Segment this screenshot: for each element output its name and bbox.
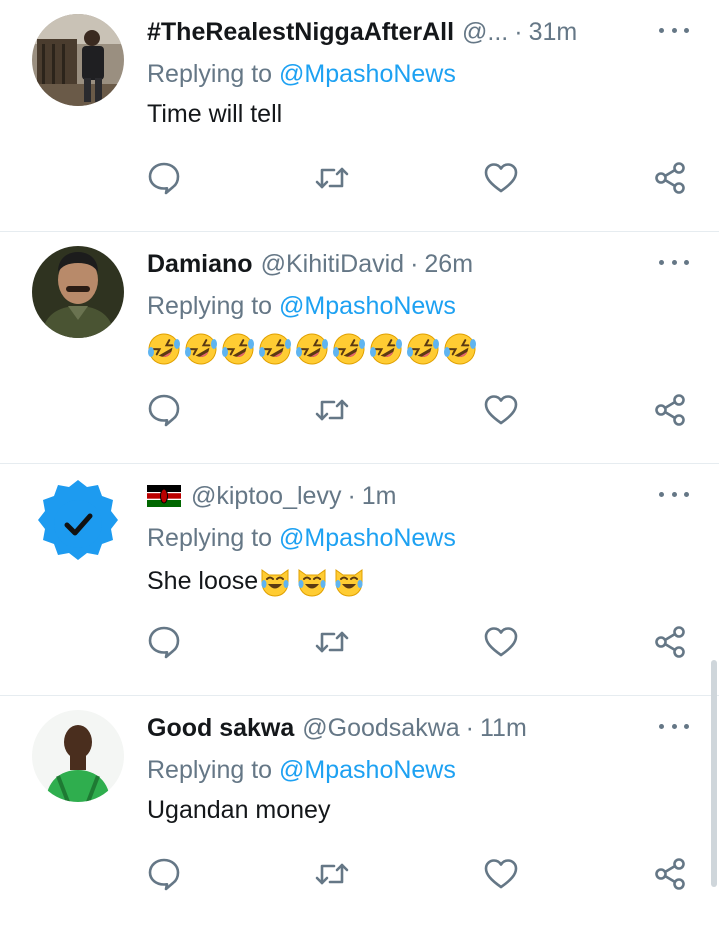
like-icon[interactable]	[483, 392, 519, 428]
retweet-icon[interactable]	[314, 392, 350, 428]
cat-tears-of-joy-emoji	[335, 569, 363, 597]
tweet-card[interactable]: @kiptoo_levy · 1m Replying to @MpashoNew…	[0, 464, 719, 696]
reply-icon[interactable]	[146, 160, 182, 196]
more-options-icon[interactable]	[659, 714, 689, 738]
timestamp[interactable]: 26m	[424, 250, 473, 279]
rolling-on-floor-laughing-emoji	[259, 333, 291, 365]
kenya-flag-icon	[147, 485, 181, 507]
tweet-header: Good sakwa @Goodsakwa · 11m	[147, 710, 659, 746]
avatar[interactable]	[32, 246, 124, 338]
more-options-icon[interactable]	[659, 250, 689, 274]
tweet-header: #TheRealestNiggaAfterAll @... · 31m	[147, 14, 659, 50]
rolling-on-floor-laughing-emoji	[222, 333, 254, 365]
mention-link[interactable]: @MpashoNews	[279, 60, 456, 88]
rolling-on-floor-laughing-emoji	[444, 333, 476, 365]
reply-icon[interactable]	[146, 624, 182, 660]
rolling-on-floor-laughing-emoji	[296, 333, 328, 365]
replying-to: Replying to @MpashoNews	[147, 756, 456, 785]
separator: ·	[347, 481, 356, 510]
timestamp[interactable]: 1m	[362, 482, 397, 511]
share-icon[interactable]	[652, 624, 688, 660]
cat-tears-of-joy-emoji	[298, 569, 326, 597]
tweet-text: Time will tell	[147, 100, 283, 128]
tweet-header: Damiano @KihitiDavid · 26m	[147, 246, 659, 282]
replying-to: Replying to @MpashoNews	[147, 524, 456, 553]
action-bar	[0, 150, 719, 210]
user-handle[interactable]: @KihitiDavid	[261, 250, 404, 279]
display-name[interactable]: Good sakwa	[147, 714, 294, 743]
mention-link[interactable]: @MpashoNews	[279, 524, 456, 552]
reply-icon[interactable]	[146, 392, 182, 428]
retweet-icon[interactable]	[314, 624, 350, 660]
mention-link[interactable]: @MpashoNews	[279, 292, 456, 320]
action-bar	[0, 614, 719, 674]
replying-prefix: Replying to	[147, 292, 280, 320]
share-icon[interactable]	[652, 392, 688, 428]
display-name[interactable]: #TheRealestNiggaAfterAll	[147, 18, 454, 47]
like-icon[interactable]	[483, 624, 519, 660]
user-handle[interactable]: @Goodsakwa	[302, 714, 459, 743]
cat-tears-of-joy-emoji	[261, 569, 289, 597]
mention-link[interactable]: @MpashoNews	[279, 756, 456, 784]
rolling-on-floor-laughing-emoji	[185, 333, 217, 365]
more-options-icon[interactable]	[659, 18, 689, 42]
man-green-shirt-avatar-icon	[32, 710, 124, 802]
tweet-header: @kiptoo_levy · 1m	[147, 478, 659, 514]
verified-checkmark-avatar-icon	[32, 478, 124, 570]
rolling-on-floor-laughing-emoji	[370, 333, 402, 365]
tweet-card[interactable]: Damiano @KihitiDavid · 26m Replying to @…	[0, 232, 719, 464]
separator: ·	[465, 713, 474, 742]
retweet-icon[interactable]	[314, 160, 350, 196]
person-photo-avatar-icon	[32, 14, 124, 106]
man-in-uniform-avatar-icon	[32, 246, 124, 338]
replying-to: Replying to @MpashoNews	[147, 292, 456, 321]
avatar[interactable]	[32, 710, 124, 802]
user-handle[interactable]: @...	[462, 18, 508, 47]
tweet-card[interactable]: Good sakwa @Goodsakwa · 11m Replying to …	[0, 696, 719, 928]
replying-to: Replying to @MpashoNews	[147, 60, 456, 89]
avatar[interactable]	[32, 14, 124, 106]
user-handle[interactable]: @kiptoo_levy	[191, 482, 341, 511]
timestamp[interactable]: 11m	[480, 714, 527, 743]
rolling-on-floor-laughing-emoji	[333, 333, 365, 365]
tweet-text: Ugandan money	[147, 796, 331, 824]
rolling-on-floor-laughing-emoji	[148, 333, 180, 365]
rolling-on-floor-laughing-emoji	[407, 333, 439, 365]
separator: ·	[410, 249, 419, 278]
action-bar	[0, 846, 719, 906]
replying-prefix: Replying to	[147, 756, 280, 784]
tweet-text: She loose	[147, 564, 369, 598]
replying-prefix: Replying to	[147, 524, 280, 552]
tweet-card[interactable]: #TheRealestNiggaAfterAll @... · 31m Repl…	[0, 0, 719, 232]
like-icon[interactable]	[483, 160, 519, 196]
replying-prefix: Replying to	[147, 60, 280, 88]
more-options-icon[interactable]	[659, 482, 689, 506]
tweet-text-content: She loose	[147, 566, 259, 595]
tweet-text	[147, 332, 480, 366]
share-icon[interactable]	[652, 160, 688, 196]
display-name[interactable]: Damiano	[147, 250, 253, 279]
timestamp[interactable]: 31m	[529, 18, 578, 47]
avatar[interactable]	[32, 478, 124, 570]
separator: ·	[514, 17, 523, 46]
action-bar	[0, 382, 719, 442]
scrollbar[interactable]	[711, 660, 717, 887]
